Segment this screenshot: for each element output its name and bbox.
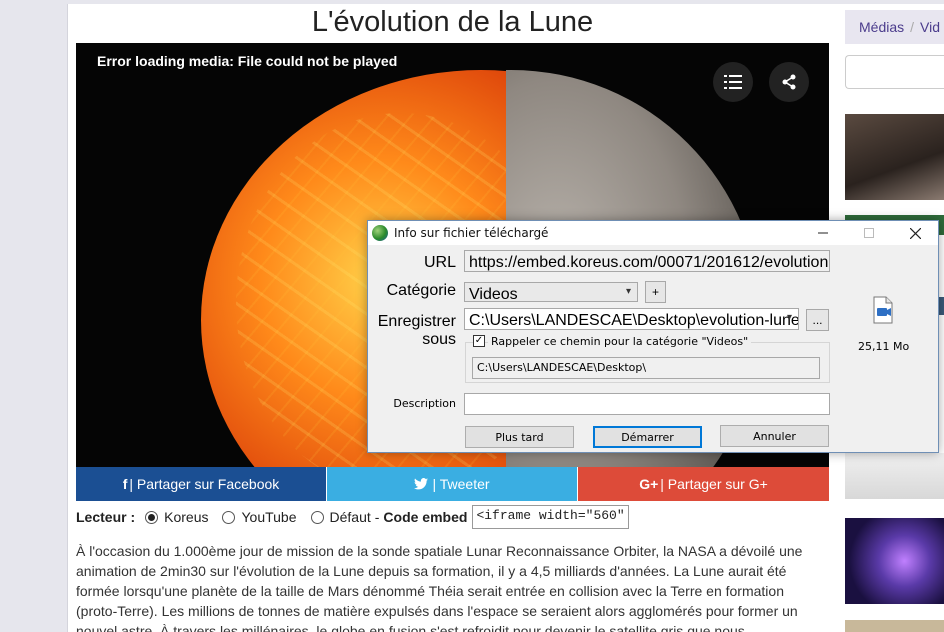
share-twitter-button[interactable]: | Tweeter (327, 467, 578, 501)
file-size: 25,11 Mo (858, 340, 910, 353)
close-button[interactable] (892, 221, 938, 245)
share-bar: f | Partager sur Facebook | Tweeter G+ |… (76, 467, 829, 501)
page-title: L'évolution de la Lune (311, 6, 594, 38)
share-icon (782, 74, 796, 90)
video-file-icon (873, 296, 893, 324)
save-path-value: C:\Users\LANDESCAE\Desktop\evolution-lun… (469, 312, 799, 329)
radio-youtube[interactable] (222, 510, 236, 524)
category-value: Videos (469, 286, 518, 303)
share-gplus-button[interactable]: G+ | Partager sur G+ (578, 467, 829, 501)
playlist-icon (724, 75, 742, 89)
article-paragraph: À l'occasion du 1.000ème jour de mission… (76, 543, 803, 632)
gplus-icon: G+ (639, 476, 659, 492)
video-thumbnail[interactable] (845, 453, 944, 499)
share-facebook-label: | Partager sur Facebook (129, 476, 280, 492)
category-select[interactable]: Videos ▾ (464, 282, 638, 303)
playlist-button[interactable] (713, 62, 753, 102)
minimize-icon (818, 232, 828, 234)
url-label: URL (423, 254, 456, 271)
breadcrumb-separator: / (910, 19, 915, 35)
reader-label: Lecteur : (76, 509, 136, 525)
add-category-button[interactable]: + (645, 281, 666, 303)
option-koreus-label: Koreus (164, 509, 209, 525)
share-twitter-label: | Tweeter (432, 476, 490, 492)
reader-dash: - (374, 509, 380, 525)
chevron-down-icon: ▾ (786, 312, 792, 323)
facebook-icon: f (122, 476, 128, 492)
maximize-button (846, 221, 892, 245)
video-error-message: Error loading media: File could not be p… (97, 53, 398, 69)
share-facebook-button[interactable]: f | Partager sur Facebook (76, 467, 327, 501)
save-path-combo[interactable]: C:\Users\LANDESCAE\Desktop\evolution-lun… (464, 308, 799, 330)
save-as-label: Enregistrer sous (377, 313, 456, 348)
share-button[interactable] (769, 62, 809, 102)
start-download-button[interactable]: Démarrer (593, 426, 702, 448)
category-label: Catégorie (386, 282, 456, 299)
close-icon (909, 227, 921, 239)
embed-label: Code embed (383, 509, 468, 525)
description-field[interactable] (464, 393, 830, 415)
description-label: Description (393, 397, 456, 410)
remember-path-checkbox[interactable]: ✓ (473, 335, 485, 347)
breadcrumb-videos[interactable]: Vid (920, 19, 940, 35)
radio-koreus[interactable] (145, 510, 159, 524)
option-default-label: Défaut (329, 509, 371, 525)
category-path-field: C:\Users\LANDESCAE\Desktop\ (472, 357, 820, 379)
video-thumbnail[interactable] (845, 518, 944, 604)
minimize-button[interactable] (800, 221, 846, 245)
dialog-title: Info sur fichier téléchargé (394, 226, 549, 240)
video-thumbnail[interactable] (845, 620, 944, 632)
chevron-down-icon: ▾ (625, 286, 631, 297)
dialog-titlebar[interactable]: Info sur fichier téléchargé (368, 221, 938, 245)
breadcrumb-medias[interactable]: Médias (859, 19, 904, 35)
breadcrumb: Médias / Vid (845, 10, 944, 44)
idm-globe-icon (372, 225, 388, 241)
video-thumbnail[interactable] (845, 114, 944, 200)
embed-code-field[interactable]: <iframe width="560" height="315" (472, 505, 630, 529)
browse-button[interactable]: ... (806, 309, 829, 331)
twitter-icon (414, 478, 429, 490)
share-gplus-label: | Partager sur G+ (660, 476, 768, 492)
url-field[interactable]: https://embed.koreus.com/00071/201612/ev… (464, 250, 830, 272)
later-button[interactable]: Plus tard (465, 426, 574, 448)
remember-path-label[interactable]: Rappeler ce chemin pour la catégorie "Vi… (488, 335, 752, 348)
radio-default[interactable] (310, 510, 324, 524)
option-youtube-label: YouTube (241, 509, 297, 525)
maximize-icon (864, 228, 874, 238)
search-input[interactable] (845, 55, 944, 89)
cancel-button[interactable]: Annuler (720, 425, 829, 447)
player-selector: Lecteur : Koreus YouTube Défaut - Code e… (76, 505, 630, 529)
